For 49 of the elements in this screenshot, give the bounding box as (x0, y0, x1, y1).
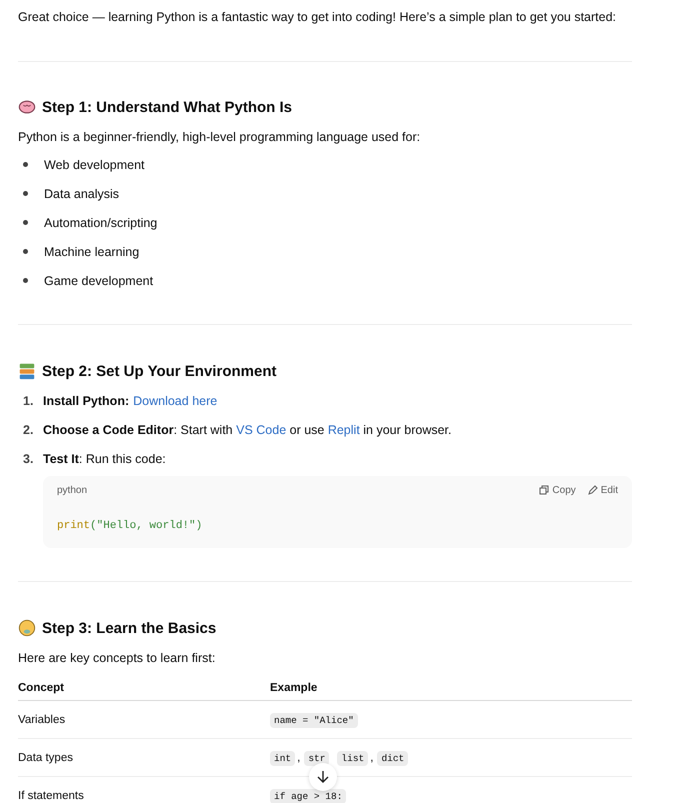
bullet-icon (23, 278, 28, 283)
list-item: Machine learning (44, 244, 140, 258)
paragraph: Python is a beginner-friendly, high-level programming language used for: (18, 129, 422, 146)
copy-button[interactable]: Copy (539, 484, 576, 496)
edit-button[interactable]: Edit (588, 484, 618, 496)
code-snippet: str (304, 750, 330, 766)
link[interactable]: VS Code (236, 423, 286, 437)
comma: , (297, 752, 300, 764)
down-arrow-icon (317, 770, 329, 784)
copy-icon (539, 485, 550, 495)
link[interactable]: Download here (133, 394, 218, 408)
bullet-icon (23, 191, 28, 196)
code-line: print("Hello, world!") (57, 520, 204, 532)
list-number: 2. (22, 422, 34, 439)
list-item: Data analysis (44, 186, 120, 200)
step-text: Test It: Run this code: (43, 451, 166, 468)
list-item: Web development (44, 158, 145, 172)
bullet-icon (23, 220, 28, 225)
code-snippet: dict (377, 750, 408, 766)
books-icon (18, 362, 36, 380)
step-text: Install Python: Download here (43, 393, 218, 410)
section-heading: Step 2: Set Up Your Environment (42, 362, 276, 380)
code-snippet: if age > 18: (270, 788, 346, 803)
step-text: Choose a Code Editor: Start with VS Code or use Replit in your browser. (43, 422, 452, 439)
table-cell: If statements (18, 790, 84, 802)
table-cell: Data types (18, 752, 73, 764)
list-item: Automation/scripting (44, 216, 158, 230)
code-snippet: list (337, 750, 368, 766)
code-snippet: int (270, 750, 296, 766)
scroll-down-button[interactable] (309, 763, 337, 791)
column-header: Example (270, 682, 318, 694)
code-snippet: name = "Alice" (270, 712, 358, 728)
bullet-icon (23, 249, 28, 254)
section-heading: Step 1: Understand What Python Is (42, 98, 292, 116)
section-heading: Step 3: Learn the Basics (42, 620, 216, 636)
list-number: 1. (22, 393, 34, 410)
column-header: Concept (18, 682, 64, 694)
comma: , (370, 752, 374, 764)
list-number: 3. (22, 451, 34, 468)
brain-icon (18, 98, 36, 116)
bullet-icon (23, 162, 28, 167)
list-item: Game development (44, 274, 154, 288)
link[interactable]: Replit (328, 423, 360, 437)
code-language: python (57, 484, 88, 496)
table-cell: Variables (18, 714, 66, 726)
pencil-icon (588, 485, 598, 495)
intro-text: Great choice — learning Python is a fantastic way to get into coding! Here’s a simple plan to get you started: (18, 9, 618, 26)
baby-face-icon (18, 619, 36, 637)
paragraph: Here are key concepts to learn first: (18, 650, 216, 667)
